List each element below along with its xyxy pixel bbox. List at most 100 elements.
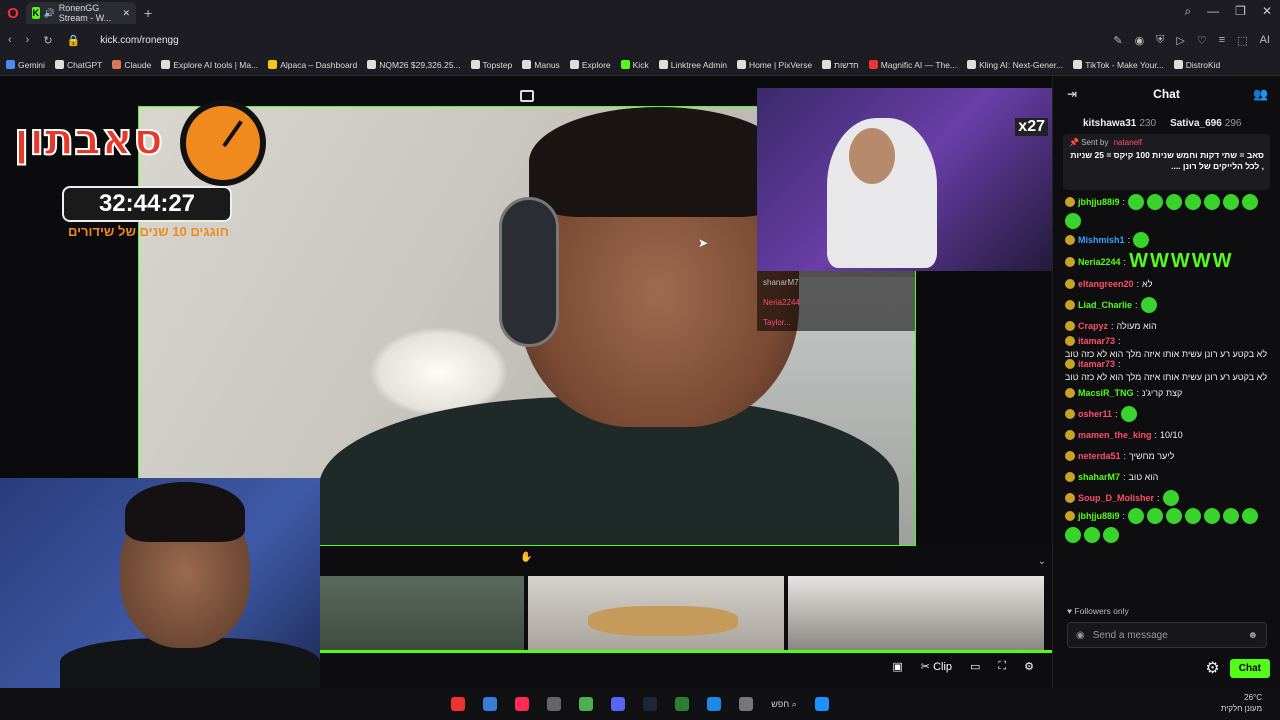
chat-username[interactable]: Soup_D_Molisher: [1078, 493, 1154, 503]
restore-icon[interactable]: ❐: [1235, 4, 1246, 19]
back-icon[interactable]: ‹: [8, 34, 12, 46]
app-taskbar-icon[interactable]: [483, 697, 498, 711]
guest-thumb-3[interactable]: [788, 576, 1044, 650]
discord-taskbar-icon[interactable]: [611, 697, 626, 711]
chat-username[interactable]: eltangreen20: [1078, 279, 1134, 289]
sender-name[interactable]: natanelf: [1114, 138, 1142, 147]
mini-chat-line: Neria2244: [763, 298, 800, 307]
calc-taskbar-icon[interactable]: [739, 697, 754, 711]
users-icon[interactable]: 👥: [1253, 87, 1268, 101]
bookmark-item[interactable]: TikTok - Make Your...: [1073, 60, 1164, 70]
edge-taskbar-icon[interactable]: [707, 697, 722, 711]
heart-icon[interactable]: ♡: [1197, 34, 1207, 47]
minimize-icon[interactable]: —: [1207, 4, 1219, 19]
collapse-chat-icon[interactable]: ⇥: [1067, 87, 1077, 101]
emoji-icon[interactable]: ☻: [1247, 630, 1258, 641]
bookmark-label: Topstep: [482, 59, 513, 70]
stream-player[interactable]: ➤ סאבתון 32:44:27 חוגגים 10 שנים של שידו…: [0, 76, 1052, 688]
bookmark-item[interactable]: Kick: [620, 60, 649, 70]
bookmark-item[interactable]: NQM26 $29,326.25...: [367, 60, 461, 70]
pinned-message[interactable]: 📌 Sent by natanelf סאב = שתי דקות וחמש ש…: [1063, 134, 1270, 190]
guest-thumb-2[interactable]: [528, 576, 784, 650]
chat-text: הוא טוב: [1128, 471, 1159, 482]
opera-logo-icon[interactable]: O: [2, 2, 24, 24]
chat-username[interactable]: osher11: [1078, 409, 1112, 419]
chat-panel: ⇥ Chat 👥 kitshawa31 230 Sativa_696 296 📌 Se…: [1052, 76, 1280, 688]
camera-icon[interactable]: ◉: [1135, 34, 1145, 47]
bookmark-item[interactable]: Kling AI: Next-Gener...: [967, 60, 1063, 70]
chat-username[interactable]: neterda51: [1078, 451, 1121, 461]
bookmark-icon: [161, 60, 171, 69]
bookmark-item[interactable]: Explore AI tools | Ma...: [161, 60, 258, 70]
bookmark-item[interactable]: ChatGPT: [54, 60, 102, 70]
bookmark-item[interactable]: חדשות: [822, 60, 859, 70]
menu-icon[interactable]: ≡: [1219, 34, 1225, 47]
reload-icon[interactable]: ↻: [43, 34, 52, 47]
weather-widget[interactable]: 26°C מעונן חלקית: [1221, 692, 1262, 714]
chat-username[interactable]: shaharM7: [1078, 472, 1120, 482]
fullscreen-icon[interactable]: ⛶: [998, 660, 1006, 673]
chat-username[interactable]: Liad_Charlie: [1078, 300, 1132, 310]
search-icon[interactable]: ⌕: [1184, 4, 1191, 19]
bookmark-item[interactable]: Home | PixVerse: [736, 60, 812, 70]
leader-entry[interactable]: kitshawa31 230: [1083, 118, 1156, 129]
chrome-taskbar-icon[interactable]: [579, 697, 594, 711]
chat-username[interactable]: MacsiR_TNG: [1078, 388, 1134, 398]
emote-icon: [1223, 194, 1240, 210]
bookmark-item[interactable]: Alpaca – Dashboard: [268, 60, 357, 70]
chat-username[interactable]: itamar73: [1078, 336, 1115, 346]
play-icon[interactable]: ▷: [1176, 34, 1184, 47]
chat-username[interactable]: jbhjju88i9: [1078, 511, 1120, 521]
chat-username[interactable]: Neria2244: [1078, 257, 1121, 267]
steam-taskbar-icon[interactable]: [643, 697, 658, 711]
bookmark-item[interactable]: Linktree Admin: [658, 60, 727, 70]
close-icon[interactable]: ✕: [1262, 4, 1272, 19]
speaker-icon[interactable]: 🔊: [44, 8, 55, 19]
progress-bar[interactable]: [320, 650, 1052, 653]
live-taskbar-icon[interactable]: [675, 697, 690, 711]
new-tab-button[interactable]: +: [144, 5, 152, 21]
taskbar: חפש ⌕ 26°C מעונן חלקית: [0, 688, 1280, 720]
chat-username[interactable]: jbhjju88i9: [1078, 197, 1120, 207]
theater-icon[interactable]: ▣: [892, 660, 902, 673]
tab-ronengg[interactable]: K 🔊 RonenGG Stream - W... ✕: [26, 2, 136, 24]
tiktok-taskbar-icon[interactable]: [515, 697, 530, 711]
drag-handle-icon[interactable]: ✋: [520, 552, 532, 563]
guest-thumb-1[interactable]: [320, 576, 524, 650]
chat-input[interactable]: ◉ Send a message ☻: [1067, 622, 1267, 648]
chat-message: neterda51: ליער מחשיך: [1065, 445, 1268, 466]
clip-button[interactable]: ✂ Clip: [921, 660, 952, 673]
chat-settings-icon[interactable]: ⚙: [1205, 658, 1219, 678]
picture-in-picture-icon[interactable]: [520, 90, 534, 102]
bookmark-item[interactable]: Explore: [569, 60, 611, 70]
close-tab-icon[interactable]: ✕: [122, 8, 130, 19]
chat-username[interactable]: itamar73: [1078, 359, 1115, 369]
bookmark-item[interactable]: Magnific AI — The...: [868, 60, 957, 70]
bookmark-item[interactable]: Topstep: [470, 59, 513, 70]
windows-start-icon[interactable]: [814, 697, 829, 711]
opera-taskbar-icon[interactable]: [451, 697, 466, 711]
chevron-down-icon[interactable]: ⌄: [1038, 556, 1046, 567]
edit-icon[interactable]: ✎: [1113, 34, 1122, 47]
send-chat-button[interactable]: Chat: [1229, 658, 1270, 678]
bookmark-item[interactable]: Claude: [112, 60, 151, 70]
taskbar-search[interactable]: חפש ⌕: [771, 699, 797, 710]
url-field[interactable]: kick.com/ronengg: [100, 35, 178, 46]
forward-icon[interactable]: ›: [26, 34, 30, 46]
leader-entry[interactable]: Sativa_696 296: [1170, 118, 1241, 129]
settings-icon[interactable]: ⚙: [1024, 660, 1034, 673]
chat-username[interactable]: Mishmish1: [1078, 235, 1125, 245]
bookmark-item[interactable]: DistroKid: [1173, 60, 1220, 70]
window-controls: ⌕ — ❐ ✕: [1184, 4, 1272, 19]
chat-username[interactable]: Crapyz: [1078, 321, 1108, 331]
ai-icon[interactable]: AI: [1260, 34, 1270, 47]
bookmark-label: Gemini: [18, 59, 45, 70]
bookmark-item[interactable]: Manus: [522, 60, 560, 70]
wide-icon[interactable]: ▭: [970, 660, 980, 673]
bookmark-item[interactable]: Gemini: [6, 60, 45, 70]
chat-message: jbhjju88i9:: [1065, 194, 1268, 229]
shield-icon[interactable]: ⛨: [1156, 34, 1164, 47]
chat-username[interactable]: mamen_the_king: [1078, 430, 1152, 440]
extensions-icon[interactable]: ⬚: [1237, 34, 1247, 47]
settings-taskbar-icon[interactable]: [547, 697, 562, 711]
